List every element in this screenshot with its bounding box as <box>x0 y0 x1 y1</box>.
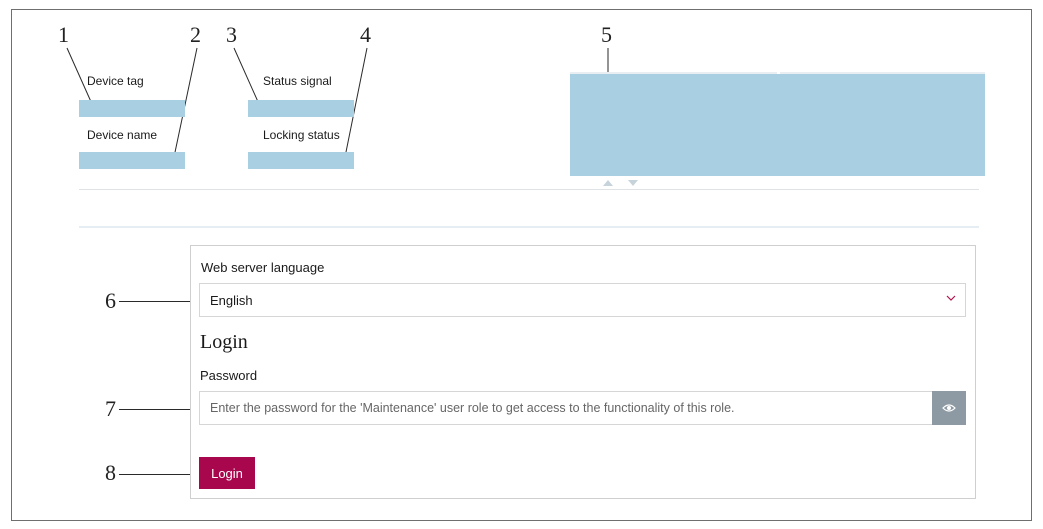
login-heading: Login <box>200 331 248 353</box>
locking-status-label: Locking status <box>263 128 340 142</box>
device-image-area <box>570 72 985 176</box>
language-selected-value: English <box>210 293 253 308</box>
leader-8 <box>119 474 199 475</box>
password-input[interactable] <box>199 391 932 425</box>
language-select[interactable]: English <box>199 283 966 317</box>
header-divider <box>79 189 979 190</box>
device-name-label: Device name <box>87 128 158 142</box>
device-name-field <box>79 152 185 169</box>
status-signal-field <box>248 100 354 117</box>
login-button[interactable]: Login <box>199 457 255 489</box>
eye-icon[interactable] <box>932 391 966 425</box>
device-tag-field <box>79 100 185 117</box>
triangle-down-icon[interactable] <box>628 180 638 186</box>
device-tag-label: Device tag <box>87 74 144 88</box>
leader-3 <box>233 47 260 105</box>
locking-status-field <box>248 152 354 169</box>
password-label: Password <box>200 368 258 383</box>
language-label: Web server language <box>201 260 325 275</box>
leader-7 <box>119 409 199 410</box>
content-divider <box>79 226 979 228</box>
chevron-down-icon <box>946 292 956 306</box>
leader-6 <box>119 301 199 302</box>
header-block-split <box>777 72 780 74</box>
triangle-up-icon[interactable] <box>603 180 613 186</box>
status-signal-label: Status signal <box>263 74 332 88</box>
